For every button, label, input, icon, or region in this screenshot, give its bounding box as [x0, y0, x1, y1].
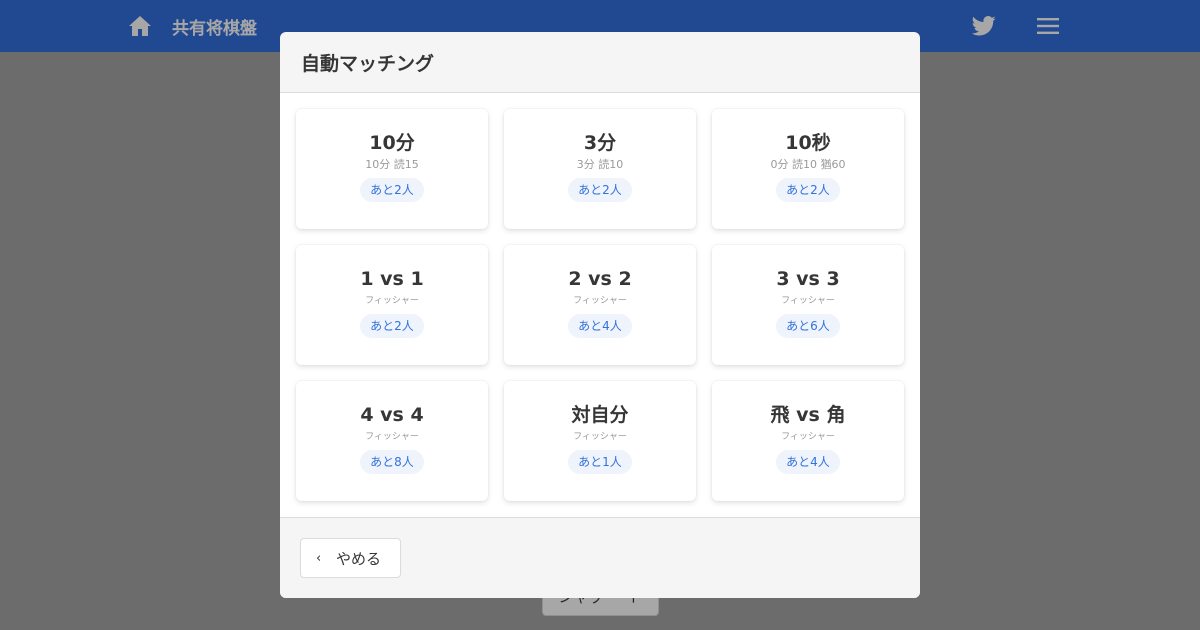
match-card-2v2[interactable]: 2 vs 2 フィッシャー あと4人 — [504, 245, 696, 365]
card-subtitle: フィッシャー — [781, 296, 835, 306]
card-title: 4 vs 4 — [360, 404, 424, 426]
card-title: 3分 — [583, 132, 617, 154]
card-subtitle: フィッシャー — [573, 296, 627, 306]
card-title: 2 vs 2 — [568, 268, 632, 290]
card-subtitle: 0分 読10 猶60 — [770, 158, 846, 171]
match-card-self[interactable]: 対自分 フィッシャー あと1人 — [504, 381, 696, 501]
waiting-badge: あと2人 — [360, 314, 424, 338]
card-title: 対自分 — [571, 404, 629, 426]
match-card-3min[interactable]: 3分 3分 読10 あと2人 — [504, 109, 696, 229]
waiting-badge: あと1人 — [568, 450, 632, 474]
card-title: 10秒 — [785, 132, 831, 154]
card-title: 1 vs 1 — [360, 268, 424, 290]
waiting-badge: あと2人 — [360, 178, 424, 202]
card-subtitle: 10分 読15 — [365, 158, 419, 171]
match-card-4v4[interactable]: 4 vs 4 フィッシャー あと8人 — [296, 381, 488, 501]
card-subtitle: フィッシャー — [573, 432, 627, 442]
waiting-badge: あと4人 — [776, 450, 840, 474]
waiting-badge: あと2人 — [776, 178, 840, 202]
card-title: 3 vs 3 — [776, 268, 840, 290]
modal-footer: ‹ やめる — [280, 517, 920, 598]
match-card-1v1[interactable]: 1 vs 1 フィッシャー あと2人 — [296, 245, 488, 365]
card-subtitle: フィッシャー — [781, 432, 835, 442]
modal-body: 10分 10分 読15 あと2人 3分 3分 読10 あと2人 10秒 0分 読… — [280, 93, 920, 517]
card-title: 飛 vs 角 — [770, 404, 846, 426]
modal-header: 自動マッチング — [280, 32, 920, 93]
cancel-button-label: やめる — [336, 549, 382, 568]
card-subtitle: フィッシャー — [365, 296, 419, 306]
waiting-badge: あと6人 — [776, 314, 840, 338]
match-card-10sec[interactable]: 10秒 0分 読10 猶60 あと2人 — [712, 109, 904, 229]
match-card-rook-vs-bishop[interactable]: 飛 vs 角 フィッシャー あと4人 — [712, 381, 904, 501]
auto-matching-modal: 自動マッチング 10分 10分 読15 あと2人 3分 3分 読10 あと2人 … — [280, 32, 920, 598]
chevron-left-icon: ‹ — [316, 550, 322, 566]
match-card-10min[interactable]: 10分 10分 読15 あと2人 — [296, 109, 488, 229]
card-title: 10分 — [369, 132, 415, 154]
card-subtitle: 3分 読10 — [576, 158, 624, 171]
waiting-badge: あと4人 — [568, 314, 632, 338]
waiting-badge: あと2人 — [568, 178, 632, 202]
modal-title: 自動マッチング — [301, 52, 435, 75]
waiting-badge: あと8人 — [360, 450, 424, 474]
match-card-3v3[interactable]: 3 vs 3 フィッシャー あと6人 — [712, 245, 904, 365]
card-subtitle: フィッシャー — [365, 432, 419, 442]
cancel-button[interactable]: ‹ やめる — [300, 538, 401, 578]
